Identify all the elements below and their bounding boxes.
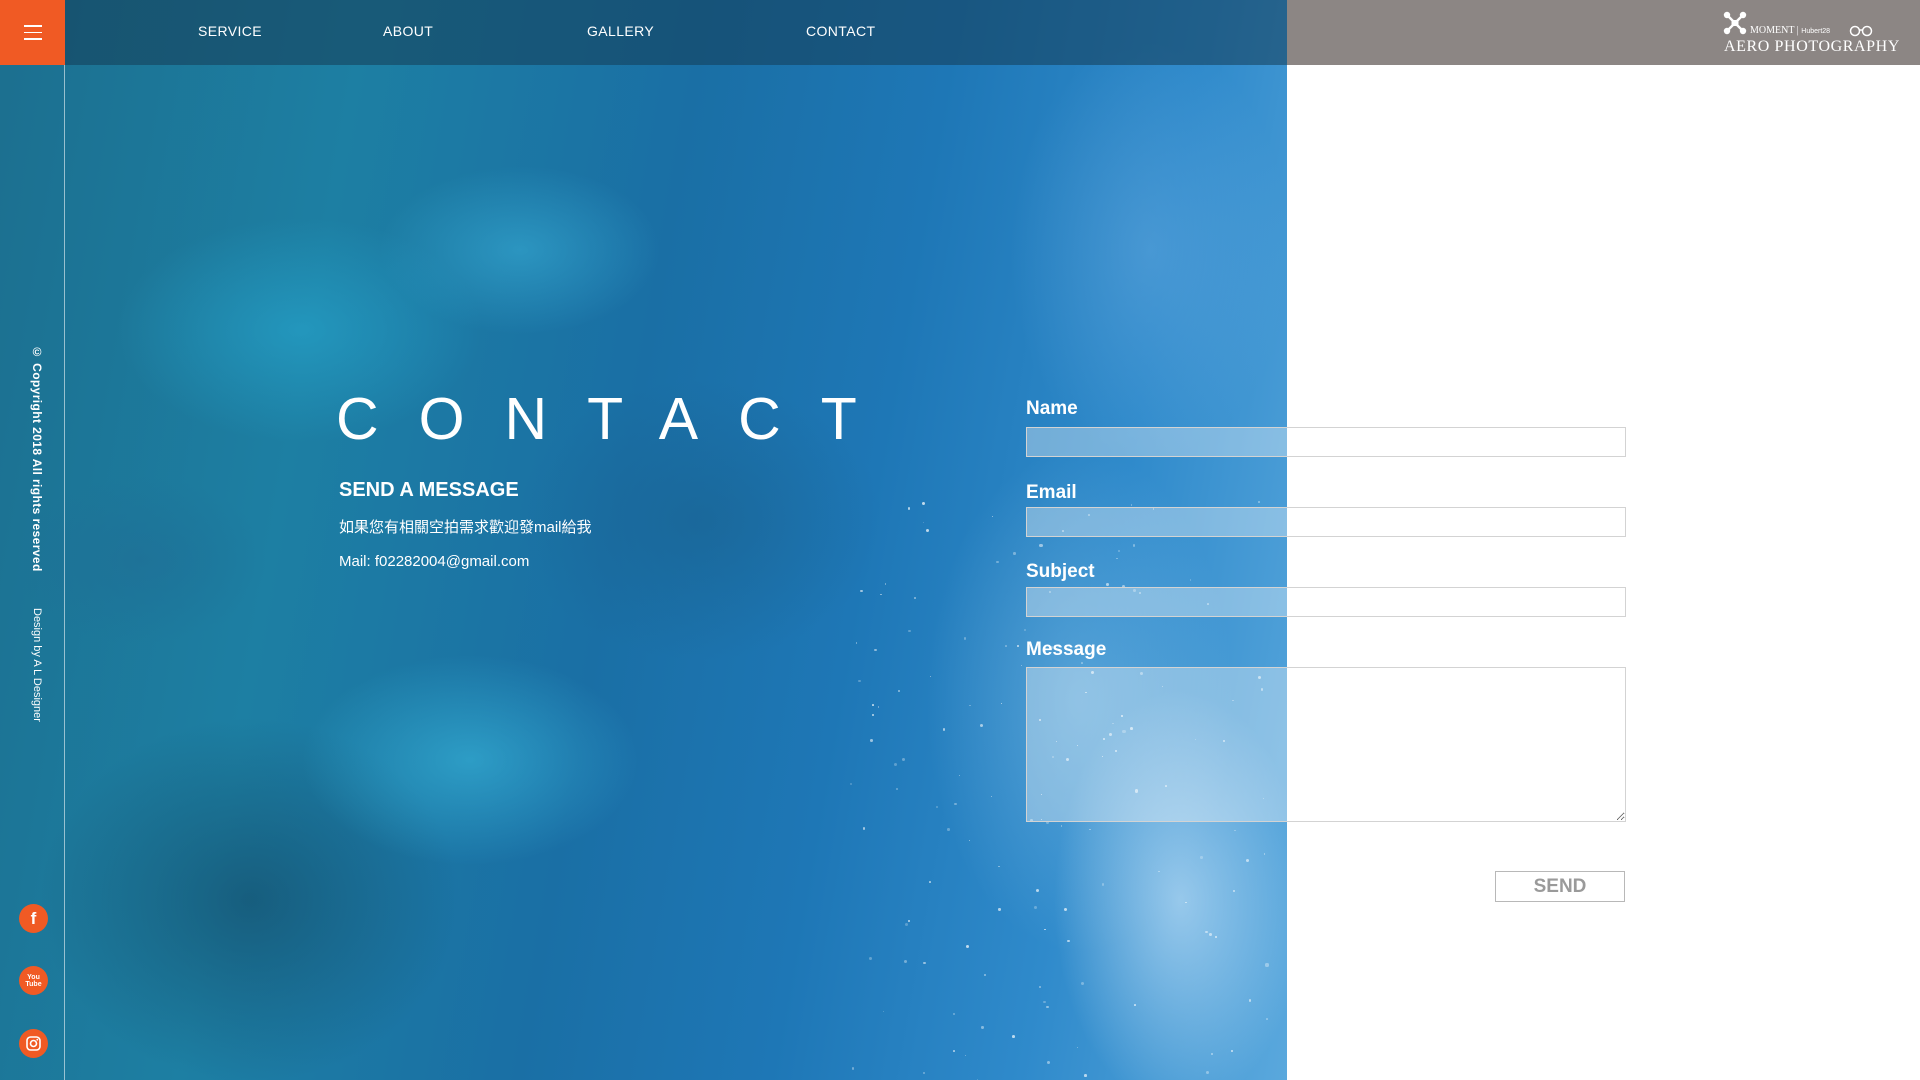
drone-icon — [1723, 11, 1747, 35]
page: SERVICE ABOUT GALLERY CONTACT MOMENT | H… — [0, 0, 1920, 1080]
contact-description: 如果您有相關空拍需求歡迎發mail給我 — [339, 519, 592, 536]
brand-partner: Hubert28 — [1801, 28, 1831, 35]
copyright-text: © Copyright 2018 All rights reserved — [30, 345, 44, 572]
message-label: Message — [1026, 639, 1107, 660]
name-label: Name — [1026, 398, 1078, 419]
nav-service[interactable]: SERVICE — [198, 23, 262, 39]
brand-logo[interactable]: MOMENT | Hubert28 AERO PHOTOGRAPHY — [1722, 8, 1912, 58]
contact-email: Mail: f02282004@gmail.com — [339, 553, 530, 570]
top-bar: SERVICE ABOUT GALLERY CONTACT MOMENT | H… — [0, 0, 1920, 65]
sidebar-divider — [64, 65, 65, 1080]
instagram-icon[interactable] — [19, 1029, 48, 1058]
facebook-icon[interactable]: f — [19, 904, 48, 933]
ocean-background-image — [0, 0, 1287, 1080]
menu-button[interactable] — [0, 0, 65, 65]
name-field[interactable] — [1026, 427, 1626, 457]
design-credit: Design by A L Designer — [31, 608, 43, 722]
youtube-icon[interactable]: You Tube — [19, 966, 48, 995]
nav-gallery[interactable]: GALLERY — [587, 23, 654, 39]
subject-label: Subject — [1026, 561, 1095, 582]
section-subtitle: SEND A MESSAGE — [339, 479, 519, 501]
nav-contact[interactable]: CONTACT — [806, 23, 875, 39]
hamburger-icon — [23, 25, 42, 27]
message-field[interactable] — [1026, 667, 1626, 822]
email-label: Email — [1026, 482, 1077, 503]
email-field[interactable] — [1026, 507, 1626, 537]
brand-name: AERO PHOTOGRAPHY — [1724, 38, 1900, 55]
page-title: CONTACT — [336, 386, 897, 452]
send-button[interactable]: SEND — [1495, 871, 1625, 902]
nav-about[interactable]: ABOUT — [383, 23, 433, 39]
glasses-icon — [1849, 25, 1873, 37]
brand-moment: MOMENT | Hubert28 — [1750, 25, 1831, 36]
subject-field[interactable] — [1026, 587, 1626, 617]
